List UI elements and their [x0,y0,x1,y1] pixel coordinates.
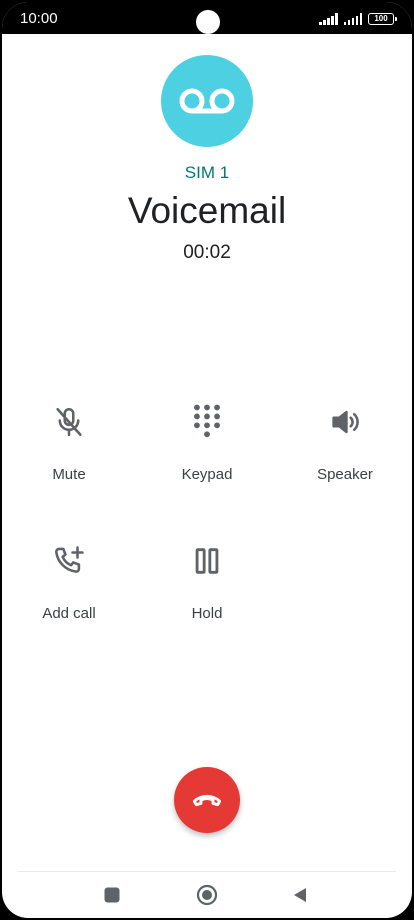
mic-off-icon [49,402,89,442]
speaker-button[interactable]: Speaker [285,402,405,502]
signal-icon [319,13,338,25]
back-button[interactable] [285,882,315,912]
status-indicators: 100 [319,11,397,25]
hold-button[interactable]: Hold [147,541,267,641]
home-icon [196,884,218,911]
call-screen: 10:00 100 SIM 1 Voicemail 00:02 Mute Key… [2,2,412,918]
add-call-icon [49,541,89,581]
home-button[interactable] [192,882,222,912]
hold-label: Hold [191,605,223,622]
voicemail-icon [161,55,253,147]
dialpad-icon [187,402,227,442]
end-call-icon [191,782,223,819]
recents-button[interactable] [97,882,127,912]
recents-icon [103,886,121,909]
keypad-button[interactable]: Keypad [147,402,267,502]
signal-icon [343,13,362,25]
status-time: 10:00 [20,10,58,27]
mute-button[interactable]: Mute [9,402,129,502]
mute-label: Mute [52,466,86,483]
volume-icon [325,402,365,442]
call-timer: 00:02 [183,242,231,263]
add-call-button[interactable]: Add call [9,541,129,641]
battery-level: 100 [374,14,388,23]
speaker-label: Speaker [317,466,373,483]
pause-icon [187,541,227,581]
end-call-button[interactable] [174,767,240,833]
battery-icon: 100 [368,13,397,25]
nav-divider [18,871,396,872]
back-icon [291,886,309,909]
camera-cutout [196,10,220,34]
status-bar: 10:00 100 [2,2,412,34]
add-call-label: Add call [42,605,96,622]
keypad-label: Keypad [181,466,233,483]
sim-label: SIM 1 [184,163,230,182]
caller-name: Voicemail [127,190,287,231]
